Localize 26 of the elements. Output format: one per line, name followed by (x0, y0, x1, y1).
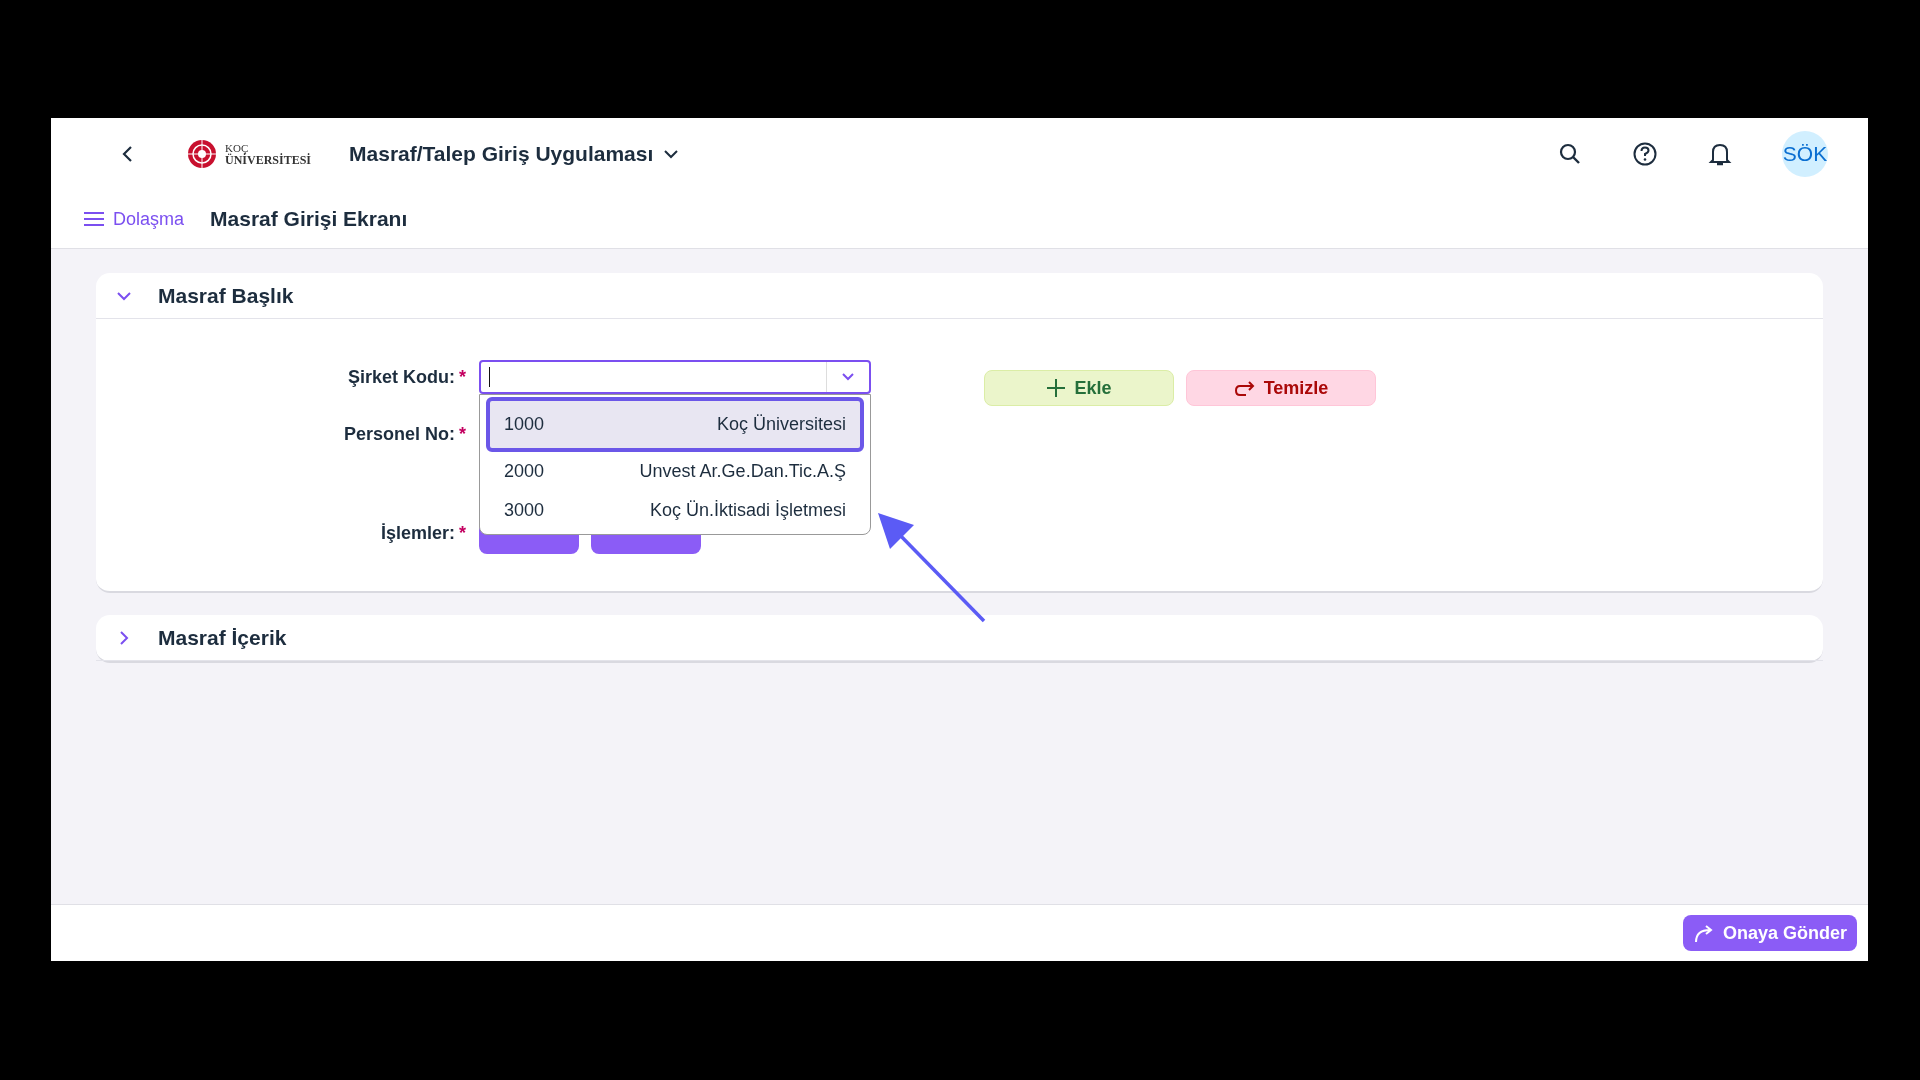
dropdown-option[interactable]: 1000 Koç Üniversitesi (486, 397, 864, 452)
option-name: Koç Ün.İktisadi İşletmesi (649, 500, 846, 521)
option-code: 3000 (504, 500, 545, 521)
navigation-menu-button[interactable]: Dolaşma (83, 208, 185, 230)
submit-for-approval-button[interactable]: Onaya Gönder (1682, 915, 1857, 951)
required-mark: * (459, 366, 466, 388)
field-label: Şirket Kodu: (347, 366, 455, 388)
field-label: İşlemler: (380, 522, 455, 544)
field-label: Personel No: (343, 423, 455, 445)
user-avatar[interactable]: SÖK (1782, 131, 1828, 177)
option-code: 2000 (504, 461, 545, 482)
app-title-menu[interactable]: Masraf/Talep Giriş Uygulaması (349, 142, 680, 166)
dropdown-option[interactable]: 2000 Unvest Ar.Ge.Dan.Tic.A.Ş (480, 452, 870, 491)
option-code: 1000 (504, 414, 545, 435)
section-title[interactable]: Masraf İçerik (158, 625, 287, 650)
section-title[interactable]: Masraf Başlık (158, 283, 294, 308)
required-mark: * (459, 522, 466, 544)
option-name: Unvest Ar.Ge.Dan.Tic.A.Ş (639, 461, 846, 482)
option-name: Koç Üniversitesi (716, 414, 846, 435)
clear-button[interactable]: Temizle (1186, 370, 1376, 406)
logo-text: ÜNİVERSİTESİ (225, 153, 312, 166)
required-mark: * (459, 423, 466, 445)
page-title: Masraf Girişi Ekranı (210, 207, 408, 231)
add-button[interactable]: Ekle (984, 370, 1174, 406)
dropdown-option[interactable]: 3000 Koç Ün.İktisadi İşletmesi (480, 491, 870, 530)
logo-text: KOÇ (225, 142, 249, 154)
